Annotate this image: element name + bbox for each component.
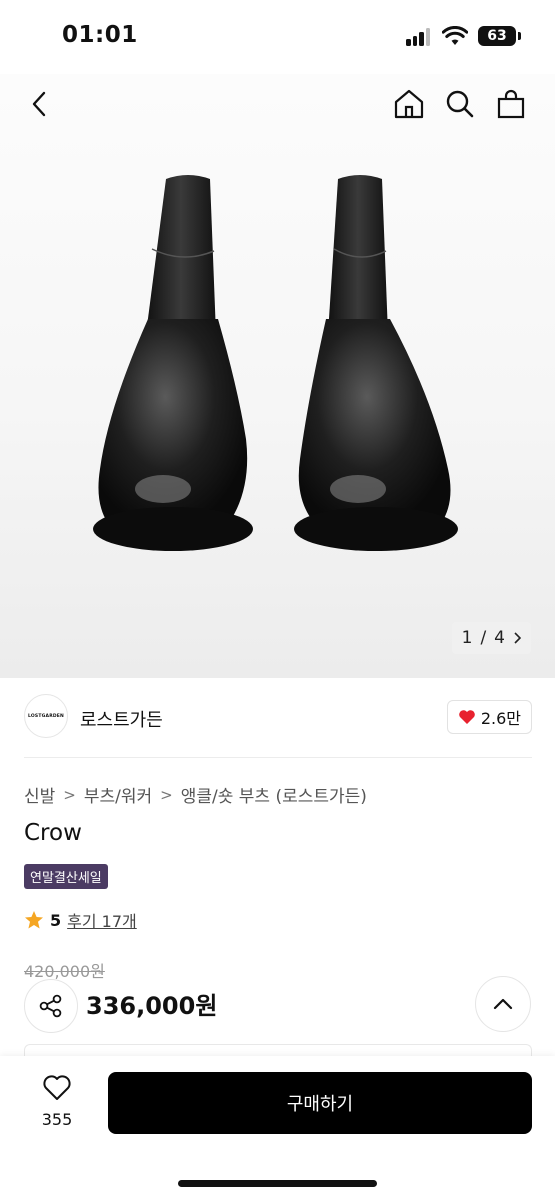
brand-like-count: 2.6만: [480, 709, 521, 728]
reviews-link[interactable]: 후기 17개: [67, 908, 137, 932]
breadcrumb-item[interactable]: 앵클/숏 부츠 (로스트가든): [181, 782, 367, 807]
seller-logo[interactable]: LOSTGARDEN: [24, 694, 68, 738]
breadcrumb: 신발 > 부츠/워커 > 앵클/숏 부츠 (로스트가든): [24, 782, 367, 808]
bottom-action-bar: 355 구매하기: [0, 1056, 555, 1200]
sale-price: 336,000원: [86, 992, 218, 1020]
gallery-current: 1: [461, 628, 473, 648]
back-icon: [32, 91, 46, 117]
rating-score: 5: [50, 910, 62, 930]
top-nav: [0, 74, 555, 134]
chevron-right-icon: >: [160, 785, 173, 804]
heart-icon: [459, 710, 475, 724]
share-icon: [39, 994, 62, 1018]
seller-row[interactable]: LOSTGARDEN 로스트가든 2.6만: [24, 690, 532, 746]
chevron-right-icon: [514, 632, 521, 644]
share-button[interactable]: [24, 979, 78, 1033]
gallery-separator: /: [480, 628, 487, 648]
battery-level: 63: [478, 26, 516, 46]
status-time: 01:01: [62, 22, 138, 48]
gallery-total: 4: [494, 628, 505, 648]
wifi-icon: [442, 26, 468, 45]
back-button[interactable]: [22, 86, 58, 122]
chevron-up-icon: [493, 998, 513, 1010]
search-button[interactable]: [442, 86, 478, 122]
bag-icon: [497, 89, 525, 119]
original-price: 420,000원: [24, 962, 105, 981]
product-gallery[interactable]: 1 / 4: [0, 74, 555, 678]
search-icon: [446, 90, 474, 118]
seller-logo-text: LOSTGARDEN: [27, 713, 65, 719]
scroll-top-button[interactable]: [475, 976, 531, 1032]
brand-like-button[interactable]: 2.6만: [446, 700, 532, 734]
home-indicator: [178, 1180, 377, 1187]
home-icon: [394, 89, 424, 119]
product-image-boots: [93, 175, 458, 551]
buy-button[interactable]: 구매하기: [108, 1072, 532, 1134]
breadcrumb-item[interactable]: 신발: [24, 782, 55, 807]
chevron-right-icon: >: [63, 785, 76, 804]
battery-cap: [518, 32, 521, 40]
divider: [24, 757, 532, 758]
seller-name[interactable]: 로스트가든: [80, 706, 163, 732]
product-title: Crow: [24, 820, 82, 846]
wishlist-button[interactable]: 355: [30, 1074, 84, 1129]
rating-row: 5 후기 17개: [24, 908, 137, 932]
right-boot: [294, 175, 458, 551]
left-boot: [93, 175, 253, 551]
star-icon: [25, 911, 43, 929]
home-button[interactable]: [391, 86, 427, 122]
status-bar: 01:01 63: [0, 0, 555, 74]
breadcrumb-item[interactable]: 부츠/워커: [84, 782, 152, 807]
cart-button[interactable]: [493, 86, 529, 122]
signal-icon: [406, 28, 432, 46]
heart-outline-icon: [43, 1075, 71, 1100]
wishlist-count: 355: [41, 1110, 73, 1129]
sale-badge: 연말결산세일: [24, 864, 108, 889]
gallery-page-indicator[interactable]: 1 / 4: [451, 622, 531, 654]
